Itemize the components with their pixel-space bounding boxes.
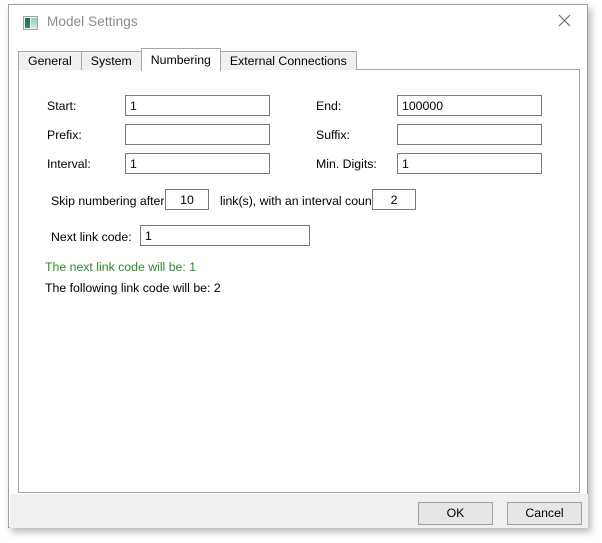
tab-system[interactable]: System [80,51,142,70]
tab-numbering[interactable]: Numbering [140,48,221,71]
next-link-code-input[interactable] [140,225,310,246]
application-window-icon [23,16,38,30]
start-input[interactable] [125,95,270,116]
skip-numbering-prefix-label: Skip numbering after [51,194,165,208]
prefix-input[interactable] [125,124,270,145]
next-link-code-status: The next link code will be: 1 [45,260,197,274]
suffix-input[interactable] [397,124,542,145]
start-label: Start: [47,99,77,113]
tab-general[interactable]: General [18,51,82,70]
prefix-label: Prefix: [47,128,82,142]
min-digits-input[interactable] [397,153,542,174]
dialog-footer: OK Cancel [10,494,588,528]
cancel-button[interactable]: Cancel [507,502,582,525]
end-label: End: [316,99,342,113]
skip-numbering-middle-label: link(s), with an interval count of [220,194,389,208]
interval-input[interactable] [125,153,270,174]
ok-button[interactable]: OK [418,502,493,525]
end-input[interactable] [397,95,542,116]
next-link-code-label: Next link code: [51,230,132,244]
skip-interval-count-input[interactable] [372,189,416,210]
numbering-panel: Start: Prefix: Interval: End: Suffix: Mi… [18,69,580,493]
model-settings-dialog: Model Settings General System Numbering … [8,4,588,528]
skip-after-links-input[interactable] [165,189,209,210]
following-link-code-status: The following link code will be: 2 [45,281,221,295]
tab-strip: General System Numbering External Connec… [18,48,357,71]
title-bar: Model Settings [9,5,587,41]
window-title: Model Settings [47,14,138,29]
suffix-label: Suffix: [316,128,350,142]
close-icon[interactable] [541,5,587,36]
min-digits-label: Min. Digits: [316,157,377,171]
tab-external-connections[interactable]: External Connections [219,51,357,70]
interval-label: Interval: [47,157,91,171]
